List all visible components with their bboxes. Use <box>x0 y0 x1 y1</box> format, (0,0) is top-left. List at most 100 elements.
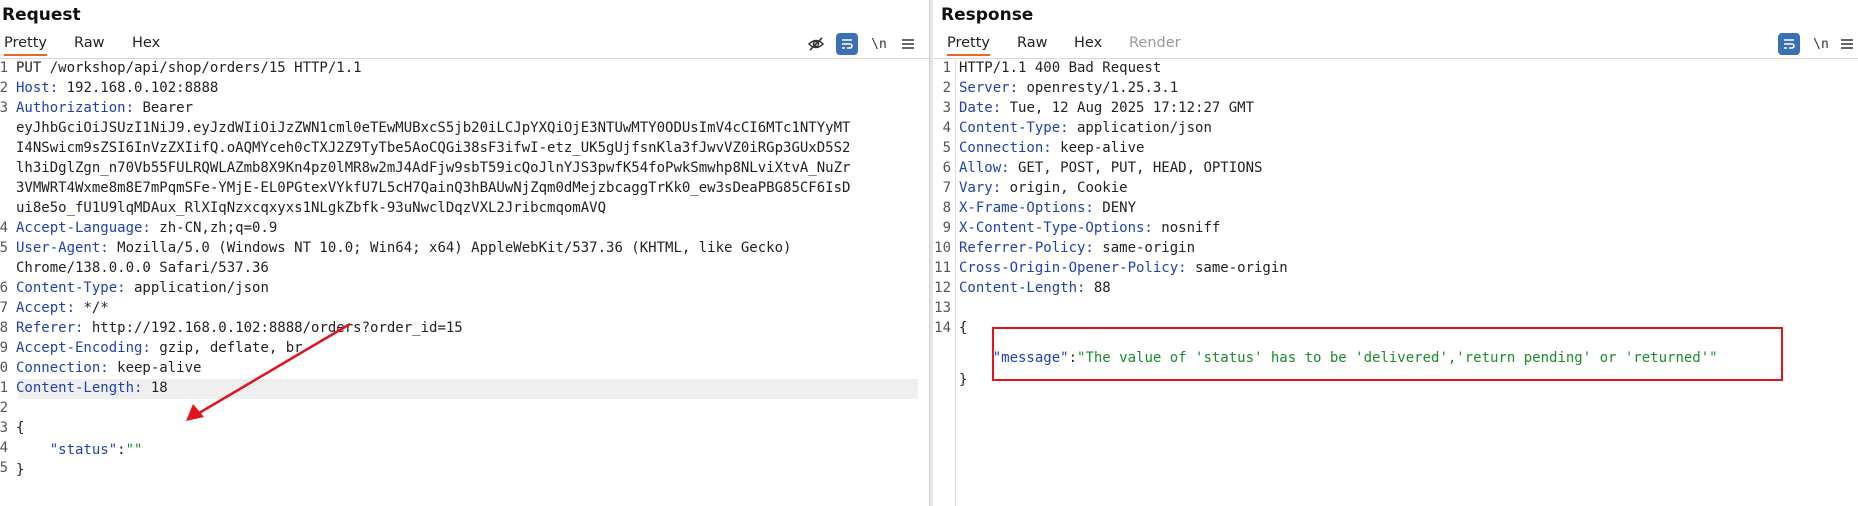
tab-render[interactable]: Render <box>1129 35 1181 51</box>
header-value: 88 <box>1085 280 1111 296</box>
header-line: User-Agent: Mozilla/5.0 (Windows NT 10.0… <box>16 238 791 258</box>
header-line: Content-Length: 88 <box>959 278 1111 298</box>
header-name: Accept: <box>16 300 76 316</box>
line-number: 4 <box>942 120 951 136</box>
header-name: Cross-Origin-Opener-Policy: <box>959 260 1187 276</box>
header-value: 18 <box>142 380 168 396</box>
header-line: Cross-Origin-Opener-Policy: same-origin <box>959 258 1288 278</box>
gutter-divider <box>955 60 956 506</box>
header-name: Referer: <box>16 320 84 336</box>
line-number: 4 <box>0 440 8 456</box>
wrap-lines-icon[interactable] <box>1778 33 1800 55</box>
tab-raw[interactable]: Raw <box>74 35 105 51</box>
tab-raw[interactable]: Raw <box>1017 35 1048 51</box>
newline-toggle-icon[interactable]: \n <box>1810 33 1832 55</box>
header-value: openresty/1.25.3.1 <box>1018 80 1179 96</box>
header-name: Vary: <box>959 180 1002 196</box>
line-number: 1 <box>0 60 8 76</box>
code-line: Chrome/138.0.0.0 Safari/537.36 <box>16 260 269 276</box>
annotation-arrow <box>186 322 351 421</box>
header-value: DENY <box>1093 200 1137 216</box>
json-body-line: "status":"" <box>16 440 143 460</box>
code-line: HTTP/1.1 400 Bad Request <box>959 60 1162 76</box>
header-value: GET, POST, PUT, HEAD, OPTIONS <box>1009 160 1263 176</box>
code-line: { <box>959 320 968 336</box>
header-line: Vary: origin, Cookie <box>959 178 1128 198</box>
header-line: Date: Tue, 12 Aug 2025 17:12:27 GMT <box>959 98 1254 118</box>
line-number: 12 <box>934 280 951 296</box>
request-title: Request <box>2 5 81 25</box>
header-line: Authorization: Bearer <box>16 98 193 118</box>
line-number: 1 <box>0 380 8 396</box>
header-line: Accept-Language: zh-CN,zh;q=0.9 <box>16 218 277 238</box>
header-name: Authorization: <box>16 100 135 116</box>
line-number: 4 <box>0 220 8 236</box>
line-number: 3 <box>0 420 8 436</box>
header-line: Server: openresty/1.25.3.1 <box>959 78 1178 98</box>
line-number: 8 <box>942 200 951 216</box>
newline-toggle-icon[interactable]: \n <box>868 33 890 55</box>
line-number: 0 <box>0 360 8 376</box>
header-value: application/json <box>125 280 269 296</box>
header-name: Allow: <box>959 160 1010 176</box>
line-number: 14 <box>934 320 951 336</box>
header-line: Accept: */* <box>16 298 109 318</box>
code-line: 3VMWRT4Wxme8m8E7mPqmSFe-YMjE-EL0PGtexVYk… <box>16 180 851 196</box>
response-editor[interactable]: 1 HTTP/1.1 400 Bad Request 2 Server: openre… <box>933 60 1858 506</box>
line-number: 5 <box>942 140 951 156</box>
header-name: Referrer-Policy: <box>959 240 1094 256</box>
response-panel: Response Pretty Raw Hex Render \n 1 HTTP/… <box>933 0 1858 506</box>
code-line: PUT /workshop/api/shop/orders/15 HTTP/1.… <box>16 60 362 76</box>
header-line: Connection: keep-alive <box>959 138 1144 158</box>
request-editor[interactable]: 1 PUT /workshop/api/shop/orders/15 HTTP/1… <box>0 60 929 506</box>
hide-eye-icon[interactable] <box>805 33 827 55</box>
header-line: X-Content-Type-Options: nosniff <box>959 218 1220 238</box>
line-number: 8 <box>0 320 8 336</box>
line-number: 9 <box>0 340 8 356</box>
tab-hex[interactable]: Hex <box>132 35 160 51</box>
header-line: Host: 192.168.0.102:8888 <box>16 78 218 98</box>
header-value: zh-CN,zh;q=0.9 <box>150 220 278 236</box>
json-key: "status" <box>16 442 118 458</box>
header-name: Content-Length: <box>959 280 1086 296</box>
header-value: nosniff <box>1152 220 1221 236</box>
annotation-highlight-box <box>992 327 1783 381</box>
request-panel: Request Pretty Raw Hex \n 1 PUT /workshop… <box>0 0 929 506</box>
line-number: 10 <box>934 240 951 256</box>
response-tabbar: Pretty Raw Hex Render \n <box>933 30 1858 59</box>
header-name: X-Content-Type-Options: <box>959 220 1153 236</box>
header-line: Content-Type: application/json <box>959 118 1212 138</box>
request-tabbar: Pretty Raw Hex \n <box>0 30 929 59</box>
code-line: { <box>16 420 25 436</box>
tab-pretty[interactable]: Pretty <box>947 35 991 56</box>
header-value: keep-alive <box>1051 140 1145 156</box>
line-number: 9 <box>942 220 951 236</box>
line-number: 11 <box>934 260 951 276</box>
menu-icon[interactable] <box>1836 33 1858 55</box>
code-line: } <box>16 462 25 478</box>
tab-pretty[interactable]: Pretty <box>4 35 48 56</box>
wrap-lines-icon[interactable] <box>836 33 858 55</box>
header-line: Allow: GET, POST, PUT, HEAD, OPTIONS <box>959 158 1262 178</box>
line-number: 6 <box>942 160 951 176</box>
header-name: Connection: <box>959 140 1052 156</box>
line-number: 2 <box>0 400 8 416</box>
header-value: Mozilla/5.0 (Windows NT 10.0; Win64; x64… <box>108 240 792 256</box>
menu-icon[interactable] <box>897 33 919 55</box>
line-number: 13 <box>934 300 951 316</box>
tab-hex[interactable]: Hex <box>1074 35 1102 51</box>
code-line: I4NSwicm9sZSI6InVzZXIifQ.oAQMYceh0cTXJ2Z… <box>16 140 851 156</box>
line-number: 6 <box>0 280 8 296</box>
header-name: User-Agent: <box>16 240 109 256</box>
line-number: 2 <box>942 80 951 96</box>
code-line: } <box>959 372 968 388</box>
json-value: "" <box>125 442 143 458</box>
header-line: Connection: keep-alive <box>16 358 201 378</box>
header-value: */* <box>75 300 109 316</box>
header-value: Tue, 12 Aug 2025 17:12:27 GMT <box>1001 100 1255 116</box>
header-line: X-Frame-Options: DENY <box>959 198 1136 218</box>
header-name: Date: <box>959 100 1002 116</box>
line-number: 3 <box>0 100 8 116</box>
header-name: Content-Type: <box>959 120 1069 136</box>
header-name: Accept-Encoding: <box>16 340 151 356</box>
